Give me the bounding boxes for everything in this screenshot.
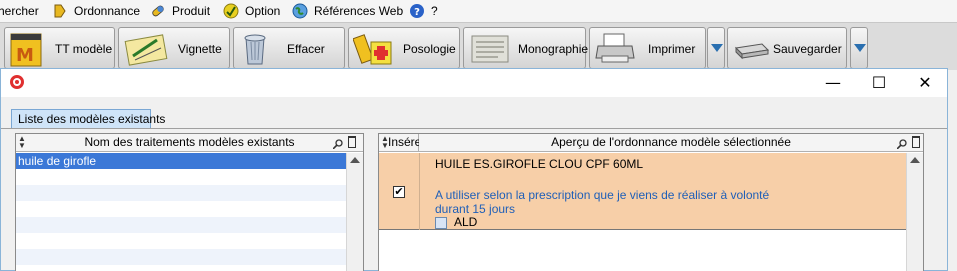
scroll-up-arrow-icon[interactable] (350, 157, 360, 163)
posologie-button[interactable]: Posologie (348, 27, 460, 69)
trash-icon (238, 30, 272, 71)
imprimer-button[interactable]: Imprimer (589, 27, 706, 69)
sauvegarder-button[interactable]: Sauvegarder (727, 27, 847, 69)
modeles-list-scrollbar[interactable] (346, 153, 363, 271)
menu-option[interactable]: Option (223, 0, 280, 22)
tt-modele-button[interactable]: M TT modèle (4, 27, 115, 69)
search-icon[interactable] (332, 137, 343, 150)
printer-icon (594, 30, 638, 71)
modeles-window: — ☐ ✕ Liste des modèles existants ▲ ▼ Nom… (0, 68, 948, 271)
imprimer-label: Imprimer (648, 42, 696, 56)
sauvegarder-dropdown-button[interactable] (850, 27, 868, 69)
help-icon: ? (409, 3, 425, 19)
menu-label: chercher (0, 4, 39, 18)
effacer-button[interactable]: Effacer (233, 27, 345, 69)
monographie-button[interactable]: Monographie (463, 27, 589, 71)
col-divider (419, 153, 420, 230)
menu-references-web[interactable]: Références Web (292, 0, 403, 22)
modeles-list-panel: ▲ ▼ Nom des traitements modèles existants… (15, 133, 364, 271)
posologie-label: Posologie (403, 42, 456, 56)
svg-text:M: M (16, 45, 34, 66)
vignette-label: Vignette (178, 42, 222, 56)
sort-handle-icon[interactable]: ▲▼ (18, 135, 26, 150)
close-button[interactable]: ✕ (902, 69, 948, 97)
pill-icon (150, 3, 166, 19)
save-icon (732, 30, 772, 71)
instructions-line2: durant 15 jours (435, 202, 516, 216)
vignette-icon (123, 30, 171, 71)
menu-label: Références Web (314, 4, 404, 18)
menu-ordonnance[interactable]: Ordonnance (52, 0, 140, 22)
empty-row (16, 169, 346, 185)
window-titlebar: — ☐ ✕ (1, 69, 947, 97)
empty-row (16, 217, 346, 233)
apercu-scrollbar[interactable] (906, 153, 923, 271)
imprimer-dropdown-button[interactable] (707, 27, 725, 69)
menu-rechercher[interactable]: chercher (0, 0, 39, 22)
tab-divider (1, 128, 947, 129)
tt-modele-label: TT modèle (55, 42, 113, 56)
scroll-up-arrow-icon[interactable] (910, 157, 920, 163)
delete-icon[interactable] (912, 136, 920, 148)
minimize-button[interactable]: — (810, 69, 856, 97)
vignette-button[interactable]: Vignette (118, 27, 230, 69)
toolbar: M TT modèle Vignette Effacer Posologie M… (0, 22, 957, 70)
monographie-icon (468, 30, 512, 71)
inserer-checkbox[interactable]: ✔ (393, 186, 405, 198)
globe-icon (292, 3, 308, 19)
drug-name: HUILE ES.GIROFLE CLOU CPF 60ML (435, 157, 644, 171)
menu-produit[interactable]: Produit (150, 0, 210, 22)
effacer-label: Effacer (287, 42, 325, 56)
tab-liste-modeles[interactable]: Liste des modèles existants (11, 109, 165, 129)
monographie-label: Monographie (518, 42, 589, 56)
menu-label: Produit (172, 4, 211, 18)
prescription-icon (52, 3, 68, 19)
menu-bar: chercher Ordonnance Produit Option Référ… (0, 0, 957, 22)
empty-row (16, 249, 346, 265)
apercu-row[interactable]: ✔ HUILE ES.GIROFLE CLOU CPF 60ML A utili… (379, 153, 906, 230)
menu-label: ? (431, 4, 438, 18)
menu-help[interactable]: ?? (409, 0, 438, 22)
apercu-header-label: Aperçu de l'ordonnance modèle sélectionn… (551, 135, 791, 149)
list-item[interactable]: huile de girofle (16, 153, 346, 169)
ald-checkbox[interactable] (435, 217, 447, 229)
svg-text:?: ? (414, 7, 420, 18)
instructions-line1: A utiliser selon la prescription que je … (435, 188, 770, 202)
empty-row (16, 233, 346, 249)
search-icon[interactable] (896, 137, 907, 150)
empty-row (16, 185, 346, 201)
menu-label: Option (245, 4, 281, 18)
empty-row (16, 201, 346, 217)
apercu-header: Aperçu de l'ordonnance modèle sélectionn… (419, 134, 923, 152)
sort-handle-icon[interactable]: ▲▼ (381, 135, 389, 150)
modeles-list-header-label: Nom des traitements modèles existants (84, 135, 295, 149)
option-icon (223, 3, 239, 19)
model-icon: M (9, 30, 43, 71)
menu-label: Ordonnance (74, 4, 141, 18)
modeles-list-header: ▲ ▼ Nom des traitements modèles existants (16, 134, 363, 152)
sauvegarder-label: Sauvegarder (773, 42, 842, 56)
apercu-panel: Insérer ▲▼ ▲▼ Aperçu de l'ordonnance mod… (378, 133, 924, 271)
delete-icon[interactable] (348, 136, 356, 148)
maximize-button[interactable]: ☐ (856, 69, 902, 97)
app-icon (10, 75, 24, 89)
ald-label: ALD (454, 215, 478, 229)
posologie-icon (352, 30, 397, 71)
